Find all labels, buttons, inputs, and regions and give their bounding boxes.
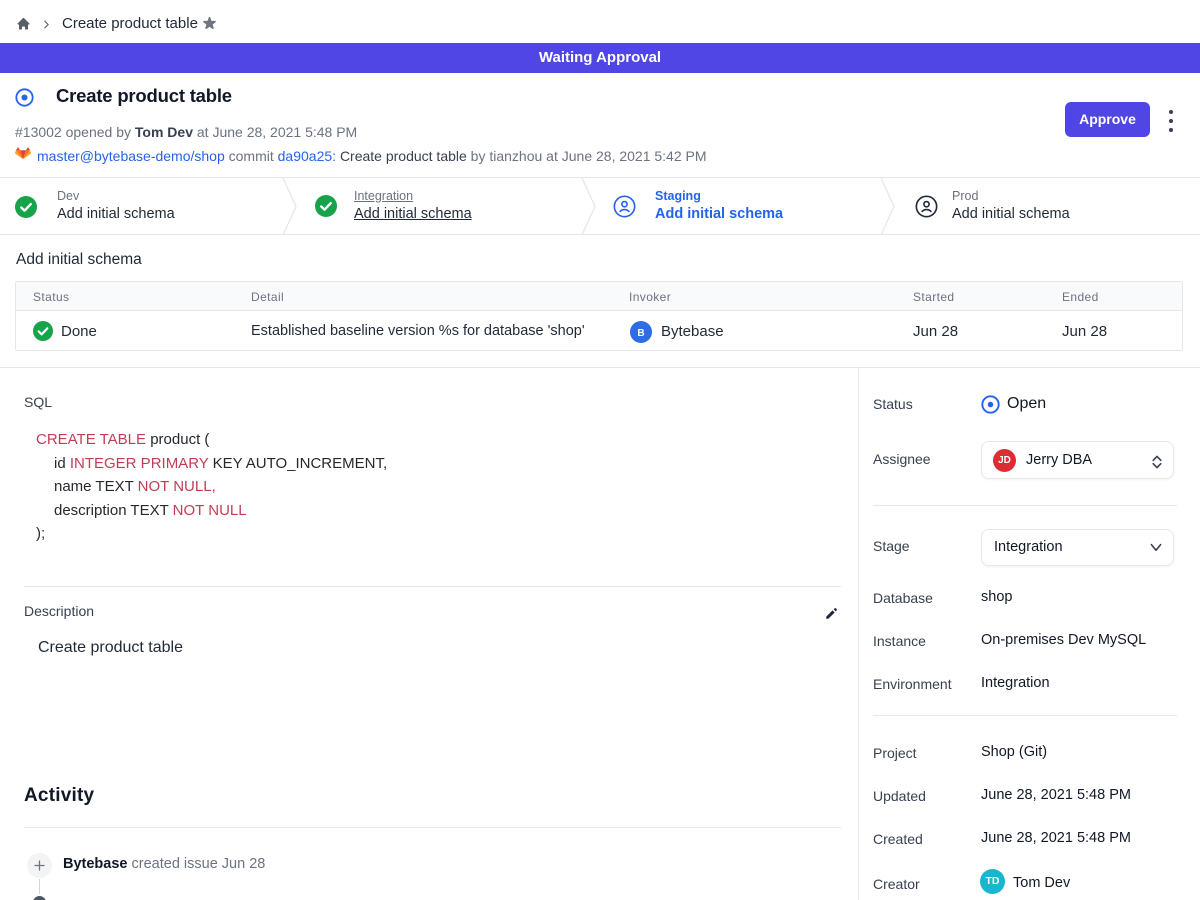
svg-text:B: B — [637, 328, 644, 339]
